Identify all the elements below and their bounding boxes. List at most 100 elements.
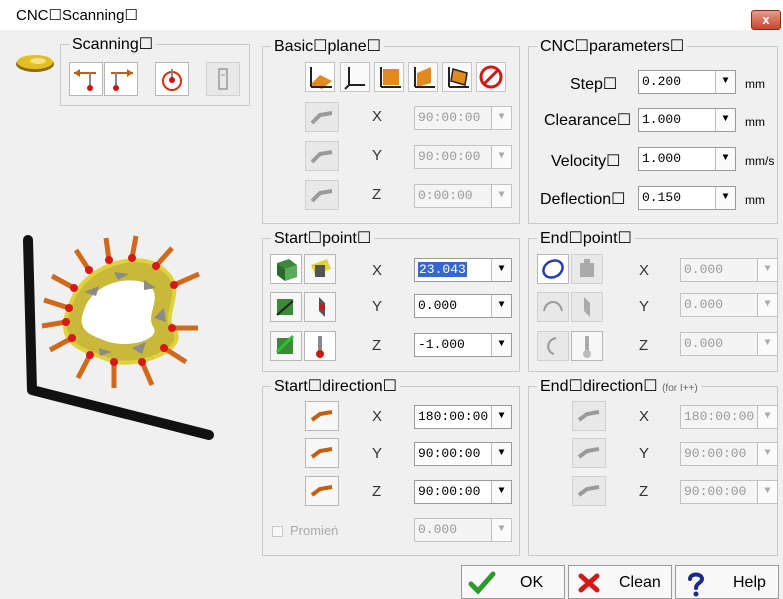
scan-probe-button[interactable] <box>206 62 240 96</box>
step-label: Step☐ <box>570 76 618 93</box>
scan-left-button[interactable] <box>69 62 103 96</box>
start-y-value: 0.000 <box>418 298 458 313</box>
scan-rotate-button[interactable] <box>155 62 189 96</box>
start-y-select[interactable]: 0.000 ▼ <box>414 294 512 318</box>
start-dir-y-value: 90:00:00 <box>418 446 481 461</box>
plane-y-label: Y <box>372 147 383 164</box>
ok-button[interactable]: OK <box>461 565 565 599</box>
plane-custom-button[interactable] <box>442 62 472 92</box>
plane-y-button[interactable] <box>305 141 339 171</box>
start-dir-x-select[interactable]: 180:00:00 ▼ <box>414 405 512 429</box>
promien-label: Promień <box>290 523 339 538</box>
start-dir-y-button[interactable] <box>305 438 339 468</box>
end-point-side-button[interactable] <box>571 292 603 322</box>
end-dir-x-value: 180:00:00 <box>684 409 755 424</box>
plane-x-select[interactable]: 90:00:00 ▼ <box>414 106 512 130</box>
promien-checkbox[interactable] <box>272 526 283 537</box>
probe-tip-icon <box>316 336 324 358</box>
start-point-edge-button[interactable] <box>270 292 302 322</box>
start-dir-x-value: 180:00:00 <box>418 409 489 424</box>
plane-corner-button[interactable] <box>340 62 370 92</box>
end-dir-x-select[interactable]: 180:00:00 ▼ <box>680 405 778 429</box>
window-title: CNC☐Scanning☐ <box>16 7 138 24</box>
plane-z-button[interactable] <box>305 180 339 210</box>
part-icon <box>16 55 54 72</box>
start-x-select[interactable]: 23.043 ▼ <box>414 258 512 282</box>
plane-z-label: Z <box>372 186 382 203</box>
start-dir-z-select[interactable]: 90:00:00 ▼ <box>414 480 512 504</box>
deflection-label: Deflection☐ <box>540 191 626 208</box>
probe-tip-icon <box>583 336 591 358</box>
start-z-select[interactable]: -1.000 ▼ <box>414 333 512 357</box>
checkmark-icon <box>468 571 496 595</box>
end-x-select[interactable]: 0.000 ▼ <box>680 258 778 282</box>
plane-none-button[interactable] <box>476 62 506 92</box>
end-dir-z-select[interactable]: 90:00:00 ▼ <box>680 480 778 504</box>
probe-disabled-icon <box>310 150 333 164</box>
start-point-probe-button[interactable] <box>304 331 336 361</box>
end-point-probe-button[interactable] <box>571 331 603 361</box>
end-z-select[interactable]: 0.000 ▼ <box>680 332 778 356</box>
no-plane-icon <box>479 65 503 89</box>
start-point-title: Start☐point☐ <box>271 228 375 248</box>
start-dir-x-button[interactable] <box>305 401 339 431</box>
plane-y-select[interactable]: 90:00:00 ▼ <box>414 145 512 169</box>
end-dir-y-select[interactable]: 90:00:00 ▼ <box>680 442 778 466</box>
plane-z-select[interactable]: 0:00:00 ▼ <box>414 184 512 208</box>
help-button[interactable]: Help <box>675 565 779 599</box>
end-point-arc-button[interactable] <box>537 292 569 322</box>
promien-select[interactable]: 0.000 ▼ <box>414 518 512 542</box>
start-x-value: 23.043 <box>418 262 467 277</box>
plane-xz-button[interactable] <box>408 62 438 92</box>
direction-probe-icon <box>310 485 333 497</box>
chevron-down-icon: ▼ <box>757 333 777 355</box>
chevron-down-icon: ▼ <box>715 71 735 93</box>
help-icon <box>688 572 705 597</box>
end-dir-z-button[interactable] <box>572 476 606 506</box>
scan-right-button[interactable] <box>104 62 138 96</box>
cube-probe-icon <box>277 259 297 281</box>
probe-disabled-icon <box>310 189 333 203</box>
end-x-label: X <box>639 262 650 279</box>
plane-z-value: 0:00:00 <box>418 188 473 203</box>
arc-disabled-icon <box>543 301 563 312</box>
plane-xy-icon <box>310 67 332 89</box>
start-dir-y-label: Y <box>372 445 383 462</box>
chevron-down-icon: ▼ <box>715 187 735 209</box>
help-label: Help <box>733 574 766 591</box>
start-point-cube-button[interactable] <box>270 254 302 284</box>
start-z-label: Z <box>372 337 382 354</box>
end-point-turn-button[interactable] <box>537 331 569 361</box>
start-dir-z-button[interactable] <box>305 476 339 506</box>
clean-button[interactable]: Clean <box>568 565 672 599</box>
chevron-down-icon: ▼ <box>757 294 777 316</box>
end-direction-note: (for I++) <box>662 383 698 394</box>
end-dir-y-button[interactable] <box>572 438 606 468</box>
chevron-down-icon: ▼ <box>715 109 735 131</box>
close-button[interactable]: x <box>751 10 781 30</box>
start-point-check-button[interactable] <box>270 331 302 361</box>
end-y-value: 0.000 <box>684 297 724 312</box>
plane-yz-icon <box>380 67 401 88</box>
plane-x-button[interactable] <box>305 102 339 132</box>
velocity-select[interactable]: 1.000 ▼ <box>638 147 736 171</box>
chevron-down-icon: ▼ <box>491 443 511 465</box>
plane-yz-button[interactable] <box>374 62 404 92</box>
clearance-select[interactable]: 1.000 ▼ <box>638 108 736 132</box>
end-dir-x-button[interactable] <box>572 401 606 431</box>
start-point-surface-button[interactable] <box>304 254 336 284</box>
start-point-side-button[interactable] <box>304 292 336 322</box>
end-direction-title-text: End☐direction☐ <box>540 378 658 395</box>
scan-left-icon <box>74 69 96 91</box>
start-dir-y-select[interactable]: 90:00:00 ▼ <box>414 442 512 466</box>
plane-xy-button[interactable] <box>305 62 335 92</box>
step-select[interactable]: 0.200 ▼ <box>638 70 736 94</box>
scan-right-icon <box>111 69 133 91</box>
end-dir-x-label: X <box>639 408 650 425</box>
end-point-loop-button[interactable] <box>537 254 569 284</box>
end-point-robot-button[interactable] <box>571 254 603 284</box>
closed-loop-icon <box>542 259 564 279</box>
end-y-select[interactable]: 0.000 ▼ <box>680 293 778 317</box>
deflection-select[interactable]: 0.150 ▼ <box>638 186 736 210</box>
close-icon: x <box>762 12 770 27</box>
